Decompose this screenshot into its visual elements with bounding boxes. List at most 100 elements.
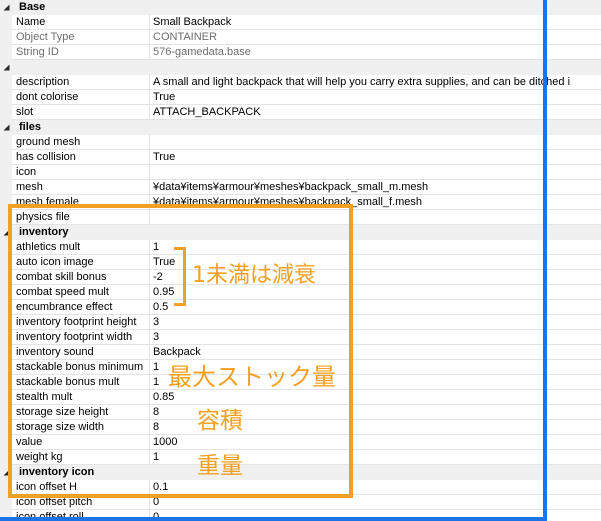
property-row-slot[interactable]: slot ATTACH_BACKPACK	[0, 105, 601, 120]
property-value-inventory-footprint-width[interactable]: 3	[150, 330, 601, 345]
property-value-string-id[interactable]: 576-gamedata.base	[150, 45, 601, 60]
property-value-has-collision[interactable]: True	[150, 150, 601, 165]
property-value-ground-mesh[interactable]	[150, 135, 601, 150]
property-name-combat-speed-mult: combat speed mult	[12, 285, 150, 300]
row-margin	[0, 150, 12, 165]
property-value-icon[interactable]	[150, 165, 601, 180]
row-margin	[0, 255, 12, 270]
property-value-slot[interactable]: ATTACH_BACKPACK	[150, 105, 601, 120]
category-base[interactable]: Base	[0, 0, 601, 15]
property-value-icon-offset-h[interactable]: 0.1	[150, 480, 601, 495]
row-margin	[0, 375, 12, 390]
row-margin	[0, 135, 12, 150]
property-row-name[interactable]: Name Small Backpack	[0, 15, 601, 30]
property-row-icon-offset-roll[interactable]: icon offset roll 0	[0, 510, 601, 521]
property-value-dont-colorise[interactable]: True	[150, 90, 601, 105]
property-row-storage-size-width[interactable]: storage size width 8	[0, 420, 601, 435]
expanded-arrow-icon[interactable]	[3, 4, 10, 11]
property-row-stealth-mult[interactable]: stealth mult 0.85	[0, 390, 601, 405]
property-value-icon-offset-pitch[interactable]: 0	[150, 495, 601, 510]
property-value-stealth-mult[interactable]: 0.85	[150, 390, 601, 405]
category-inventory-icon[interactable]: inventory icon	[0, 465, 601, 480]
property-value-physics-file[interactable]	[150, 210, 601, 225]
property-name-mesh-female: mesh female	[12, 195, 150, 210]
row-margin	[0, 495, 12, 510]
property-name-name: Name	[12, 15, 150, 30]
property-name-inventory-footprint-height: inventory footprint height	[12, 315, 150, 330]
category-title: inventory	[19, 226, 69, 238]
property-row-icon-offset-pitch[interactable]: icon offset pitch 0	[0, 495, 601, 510]
row-margin	[0, 180, 12, 195]
property-name-encumbrance-effect: encumbrance effect	[12, 300, 150, 315]
property-value-name[interactable]: Small Backpack	[150, 15, 601, 30]
property-value-combat-speed-mult[interactable]: 0.95	[150, 285, 601, 300]
property-row-value[interactable]: value 1000	[0, 435, 601, 450]
property-row-combat-speed-mult[interactable]: combat speed mult 0.95	[0, 285, 601, 300]
expanded-arrow-icon[interactable]	[3, 469, 10, 476]
property-name-has-collision: has collision	[12, 150, 150, 165]
property-row-ground-mesh[interactable]: ground mesh	[0, 135, 601, 150]
property-row-physics-file[interactable]: physics file	[0, 210, 601, 225]
property-value-mesh[interactable]: ¥data¥items¥armour¥meshes¥backpack_small…	[150, 180, 601, 195]
property-value-description[interactable]: A small and light backpack that will hel…	[150, 75, 601, 90]
property-row-encumbrance-effect[interactable]: encumbrance effect 0.5	[0, 300, 601, 315]
property-row-has-collision[interactable]: has collision True	[0, 150, 601, 165]
category-inventory[interactable]: inventory	[0, 225, 601, 240]
property-value-encumbrance-effect[interactable]: 0.5	[150, 300, 601, 315]
property-row-combat-skill-bonus[interactable]: combat skill bonus -2	[0, 270, 601, 285]
category-unnamed[interactable]	[0, 60, 601, 75]
property-value-athletics-mult[interactable]: 1	[150, 240, 601, 255]
property-row-icon-offset-h[interactable]: icon offset H 0.1	[0, 480, 601, 495]
property-row-inventory-footprint-width[interactable]: inventory footprint width 3	[0, 330, 601, 345]
property-row-mesh-female[interactable]: mesh female ¥data¥items¥armour¥meshes¥bac…	[0, 195, 601, 210]
property-row-string-id[interactable]: String ID 576-gamedata.base	[0, 45, 601, 60]
row-margin	[0, 390, 12, 405]
property-value-value[interactable]: 1000	[150, 435, 601, 450]
row-margin	[0, 420, 12, 435]
property-row-stackable-bonus-minimum[interactable]: stackable bonus minimum 1	[0, 360, 601, 375]
property-row-inventory-sound[interactable]: inventory sound Backpack	[0, 345, 601, 360]
property-row-object-type[interactable]: Object Type CONTAINER	[0, 30, 601, 45]
row-margin	[0, 30, 12, 45]
property-value-inventory-sound[interactable]: Backpack	[150, 345, 601, 360]
property-value-auto-icon-image[interactable]: True	[150, 255, 601, 270]
expanded-arrow-icon[interactable]	[3, 64, 10, 71]
property-name-inventory-sound: inventory sound	[12, 345, 150, 360]
property-row-stackable-bonus-mult[interactable]: stackable bonus mult 1	[0, 375, 601, 390]
expanded-arrow-icon[interactable]	[3, 229, 10, 236]
property-name-string-id: String ID	[12, 45, 150, 60]
property-value-combat-skill-bonus[interactable]: -2	[150, 270, 601, 285]
property-name-physics-file: physics file	[12, 210, 150, 225]
property-value-stackable-bonus-mult[interactable]: 1	[150, 375, 601, 390]
property-value-stackable-bonus-minimum[interactable]: 1	[150, 360, 601, 375]
property-row-dont-colorise[interactable]: dont colorise True	[0, 90, 601, 105]
row-margin	[0, 240, 12, 255]
row-margin	[0, 285, 12, 300]
row-margin	[0, 210, 12, 225]
property-name-combat-skill-bonus: combat skill bonus	[12, 270, 150, 285]
property-value-storage-size-height[interactable]: 8	[150, 405, 601, 420]
property-row-description[interactable]: description A small and light backpack th…	[0, 75, 601, 90]
property-name-description: description	[12, 75, 150, 90]
expanded-arrow-icon[interactable]	[3, 124, 10, 131]
category-files[interactable]: files	[0, 120, 601, 135]
property-row-weight-kg[interactable]: weight kg 1	[0, 450, 601, 465]
property-row-storage-size-height[interactable]: storage size height 8	[0, 405, 601, 420]
property-row-athletics-mult[interactable]: athletics mult 1	[0, 240, 601, 255]
property-value-inventory-footprint-height[interactable]: 3	[150, 315, 601, 330]
property-name-ground-mesh: ground mesh	[12, 135, 150, 150]
property-name-icon: icon	[12, 165, 150, 180]
property-value-storage-size-width[interactable]: 8	[150, 420, 601, 435]
property-value-object-type[interactable]: CONTAINER	[150, 30, 601, 45]
category-title: inventory icon	[19, 466, 95, 478]
property-value-weight-kg[interactable]: 1	[150, 450, 601, 465]
property-name-stackable-bonus-mult: stackable bonus mult	[12, 375, 150, 390]
row-margin	[0, 45, 12, 60]
property-row-auto-icon-image[interactable]: auto icon image True	[0, 255, 601, 270]
property-row-mesh[interactable]: mesh ¥data¥items¥armour¥meshes¥backpack_s…	[0, 180, 601, 195]
property-row-inventory-footprint-height[interactable]: inventory footprint height 3	[0, 315, 601, 330]
property-row-icon[interactable]: icon	[0, 165, 601, 180]
property-value-mesh-female[interactable]: ¥data¥items¥armour¥meshes¥backpack_small…	[150, 195, 601, 210]
property-value-icon-offset-roll[interactable]: 0	[150, 510, 601, 521]
property-name-icon-offset-roll: icon offset roll	[12, 510, 150, 521]
